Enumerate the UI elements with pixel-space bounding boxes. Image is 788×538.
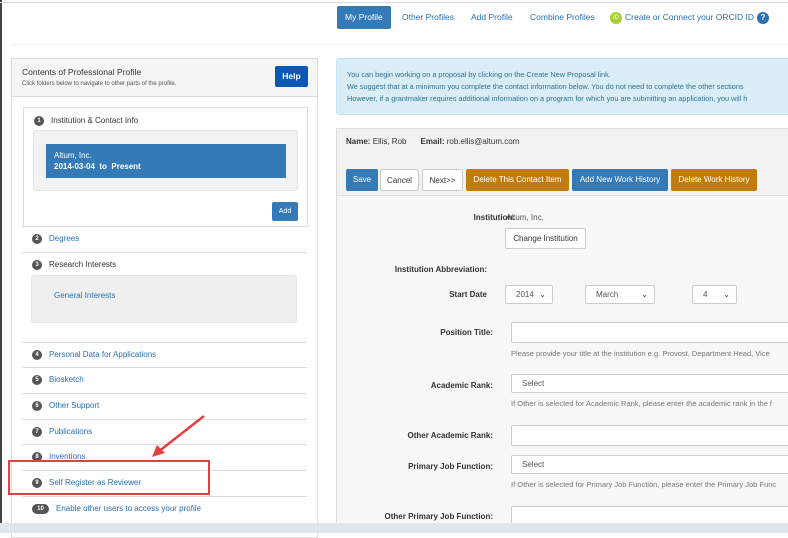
day-value: 4 — [703, 290, 708, 299]
save-button[interactable]: Save — [346, 169, 378, 191]
help-button[interactable]: Help — [275, 66, 308, 87]
name-label: Name: — [346, 137, 371, 146]
delete-work-history-button[interactable]: Delete Work History — [671, 169, 757, 191]
item-label: Personal Data for Applications — [49, 350, 157, 359]
section-institution: 1 Institution & Contact Info Altum, Inc. … — [23, 107, 308, 227]
other-primary-job-function-label: Other Primary Job Function: — [384, 512, 493, 521]
academic-rank-select[interactable]: Select — [511, 374, 788, 393]
other-academic-rank-label: Other Academic Rank: — [407, 431, 493, 440]
number-badge: 3 — [32, 259, 42, 270]
item-label: Publications — [49, 427, 93, 436]
month-value: March — [596, 290, 619, 299]
institution-label: Institution: — [473, 213, 515, 222]
top-divider — [0, 0, 788, 3]
change-institution-button[interactable]: Change Institution — [505, 228, 586, 249]
sidebar-item-biosketch[interactable]: 5 Biosketch — [22, 367, 307, 393]
entry-name: Altum, Inc. — [54, 151, 92, 160]
job-value: Select — [522, 460, 545, 469]
window-edge — [0, 0, 2, 533]
chevron-down-icon: ⌄ — [539, 290, 546, 299]
institution-abbreviation-label: Institution Abbreviation: — [394, 265, 487, 274]
institution-entry[interactable]: Altum, Inc. 2014-03-04 to Present — [46, 144, 286, 178]
academic-rank-label: Academic Rank: — [430, 381, 493, 390]
add-institution-button[interactable]: Add — [272, 202, 298, 221]
section-label: Institution & Contact Info — [51, 116, 139, 126]
institution-value: Altum, Inc. — [506, 213, 544, 222]
position-title-input[interactable] — [511, 322, 788, 343]
start-month-select[interactable]: March ⌄ — [585, 285, 655, 304]
entry-dates: 2014-03-04 to Present — [54, 162, 141, 171]
divider — [12, 44, 788, 45]
research-subsection: General Interests — [31, 275, 297, 323]
number-badge: 4 — [32, 349, 42, 360]
number-badge: 6 — [32, 400, 42, 411]
email-value: rob.ellis@altum.com — [446, 137, 520, 146]
info-line: However, if a grantmaker requires additi… — [347, 94, 748, 103]
other-academic-rank-input[interactable] — [511, 425, 788, 446]
tab-add-profile[interactable]: Add Profile — [463, 6, 521, 29]
sidebar-item-enable-access[interactable]: 10 Enable other users to access your prof… — [22, 496, 307, 522]
item-label: Biosketch — [49, 375, 84, 384]
help-question-icon[interactable]: ? — [756, 11, 769, 24]
tab-my-profile[interactable]: My Profile — [337, 6, 391, 29]
email-label: Email: — [420, 137, 445, 146]
year-value: 2014 — [516, 290, 534, 299]
primary-job-function-select[interactable]: Select — [511, 455, 788, 474]
bottom-bar — [0, 523, 788, 533]
panel-subtitle: Click folders below to navigate to other… — [22, 81, 177, 87]
position-title-label: Position Title: — [440, 328, 493, 337]
add-work-history-button[interactable]: Add New Work History — [572, 169, 668, 191]
delete-contact-button[interactable]: Delete This Contact Item — [466, 169, 569, 191]
orcid-link[interactable]: iD Create or Connect your ORCID ID? — [602, 6, 777, 29]
name-value: Ellis, Rob — [372, 137, 407, 146]
number-badge: 1 — [34, 116, 44, 126]
position-title-hint: Please provide your title at the institu… — [511, 349, 770, 358]
sidebar-item-research-interests: 3 Research Interests General Interests — [22, 252, 307, 342]
info-line: You can begin working on a proposal by c… — [347, 70, 611, 79]
number-badge: 5 — [32, 374, 42, 385]
cancel-button[interactable]: Cancel — [380, 169, 419, 191]
highlight-box — [8, 460, 210, 495]
number-badge: 7 — [32, 426, 42, 437]
section-1-title[interactable]: 1 Institution & Contact Info — [34, 116, 138, 126]
orcid-icon: iD — [610, 11, 622, 24]
primary-job-function-hint: If Other is selected for Primary Job Fun… — [511, 480, 777, 489]
item-label[interactable]: Research Interests — [49, 260, 116, 269]
info-line: We suggest that at a minimum you complet… — [347, 82, 744, 91]
sidebar-item-personal-data[interactable]: 4 Personal Data for Applications — [22, 342, 307, 368]
academic-rank-hint: If Other is selected for Academic Rank, … — [511, 399, 772, 408]
chevron-down-icon: ⌄ — [641, 290, 648, 299]
info-alert: You can begin working on a proposal by c… — [336, 58, 788, 115]
panel-header: Contents of Professional Profile Click f… — [12, 59, 317, 97]
item-label: Degrees — [49, 234, 80, 243]
annotation-arrow-icon — [152, 415, 205, 457]
general-interests-link[interactable]: General Interests — [54, 288, 115, 304]
primary-job-function-label: Primary Job Function: — [408, 462, 493, 471]
institution-list: Altum, Inc. 2014-03-04 to Present — [33, 130, 298, 191]
start-day-select[interactable]: 4 ⌄ — [692, 285, 737, 304]
number-badge: 10 — [32, 503, 49, 514]
orcid-label: Create or Connect your ORCID ID — [625, 12, 754, 22]
chevron-down-icon: ⌄ — [723, 290, 730, 299]
rank-value: Select — [522, 379, 545, 388]
tab-combine-profiles[interactable]: Combine Profiles — [522, 6, 603, 29]
contact-summary: Name: Ellis, Rob Email: rob.ellis@altum.c… — [346, 137, 519, 146]
item-label: Other Support — [49, 401, 100, 410]
number-badge: 2 — [32, 233, 42, 244]
panel-title: Contents of Professional Profile — [22, 67, 142, 77]
start-date-label: Start Date — [449, 290, 487, 299]
start-year-select[interactable]: 2014 ⌄ — [505, 285, 553, 304]
tab-other-profiles[interactable]: Other Profiles — [394, 6, 462, 29]
next-button[interactable]: Next>> — [422, 169, 463, 191]
sidebar-item-degrees[interactable]: 2 Degrees — [22, 226, 307, 252]
item-label: Enable other users to access your profil… — [56, 504, 201, 513]
